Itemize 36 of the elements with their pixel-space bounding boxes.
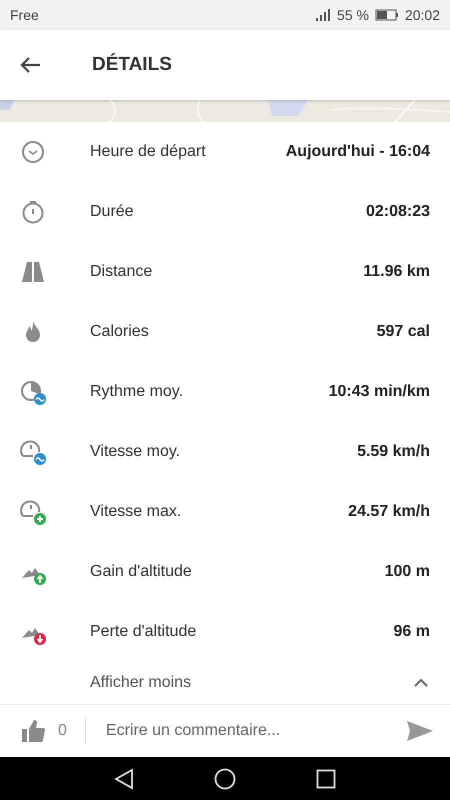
stat-value: 02:08:23 — [366, 203, 430, 221]
stat-label: Durée — [90, 203, 135, 221]
speedometer-icon — [20, 439, 46, 465]
stat-value: 10:43 min/km — [328, 383, 430, 401]
signal-icon — [315, 8, 332, 22]
recent-apps-icon[interactable] — [316, 768, 336, 788]
carrier-name: Free — [10, 7, 39, 23]
stat-label: Rythme moy. — [90, 383, 184, 401]
clock-time: 20:02 — [404, 7, 440, 23]
thumbs-up-icon[interactable] — [20, 718, 46, 744]
battery-icon — [374, 9, 399, 21]
road-icon — [20, 259, 46, 285]
send-icon[interactable] — [406, 719, 434, 743]
page-title: DÉTAILS — [92, 54, 172, 76]
stat-label: Heure de départ — [90, 143, 207, 161]
stat-value: 24.57 km/h — [348, 503, 430, 521]
stopwatch-icon — [20, 379, 46, 405]
stat-label: Gain d'altitude — [90, 563, 193, 581]
clock-icon — [20, 139, 46, 165]
stat-value: 5.59 km/h — [357, 443, 430, 461]
stat-label: Vitesse max. — [90, 503, 182, 521]
back-nav-icon[interactable] — [114, 768, 134, 790]
stat-label: Distance — [90, 263, 154, 281]
speedometer-icon — [20, 499, 46, 525]
stat-value: 597 cal — [376, 323, 430, 341]
stat-label: Perte d'altitude — [90, 623, 198, 641]
stat-value: Aujourd'hui - 16:04 — [286, 143, 430, 161]
home-nav-icon[interactable] — [214, 768, 236, 790]
stat-value: 11.96 km — [363, 263, 430, 281]
stat-label: Calories — [90, 323, 150, 341]
battery-percentage: 55 % — [337, 7, 369, 23]
stopwatch-icon — [20, 199, 46, 225]
like-count: 0 — [58, 722, 67, 740]
stat-value: 100 m — [384, 563, 430, 581]
stat-value: 96 m — [394, 623, 430, 641]
stat-label: Vitesse moy. — [90, 443, 182, 461]
